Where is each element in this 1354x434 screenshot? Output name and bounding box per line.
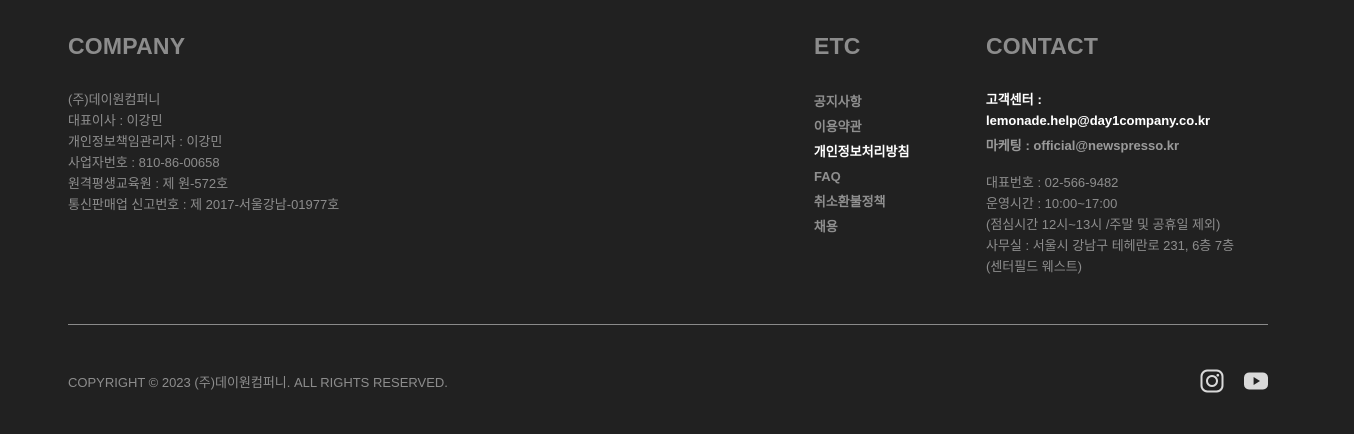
office-address: 사무실 : 서울시 강남구 테헤란로 231, 6층 7층	[986, 238, 1235, 253]
company-name: (주)데이원컴퍼니	[68, 92, 161, 107]
link-careers[interactable]: 채용	[814, 214, 964, 239]
contact-heading: CONTACT	[986, 33, 1099, 59]
company-ceo: 대표이사 : 이강민	[68, 113, 163, 128]
contact-block: 고객센터 : lemonade.help@day1company.co.kr 마…	[986, 89, 1326, 277]
contact-section: CONTACT 고객센터 : lemonade.help@day1company…	[986, 33, 1326, 277]
business-hours: 운영시간 : 10:00~17:00	[986, 196, 1118, 211]
company-section: COMPANY (주)데이원컴퍼니 대표이사 : 이강민 개인정보책임관리자 :…	[68, 33, 568, 215]
marketing-contact[interactable]: 마케팅 : official@newspresso.kr	[986, 135, 1326, 156]
copyright-text: COPYRIGHT © 2023 (주)데이원컴퍼니. ALL RIGHTS R…	[68, 375, 448, 390]
link-terms[interactable]: 이용약관	[814, 114, 964, 139]
company-info: (주)데이원컴퍼니 대표이사 : 이강민 개인정보책임관리자 : 이강민 사업자…	[68, 89, 568, 215]
company-heading: COMPANY	[68, 33, 186, 59]
youtube-icon[interactable]	[1244, 369, 1268, 393]
company-privacy-officer: 개인정보책임관리자 : 이강민	[68, 134, 223, 149]
company-ecommerce-number: 통신판매업 신고번호 : 제 2017-서울강남-01977호	[68, 197, 340, 212]
link-privacy-policy[interactable]: 개인정보처리방침	[814, 139, 964, 164]
customer-center-label: 고객센터 :	[986, 92, 1042, 107]
etc-section: ETC 공지사항 이용약관 개인정보처리방침 FAQ 취소환불정책 채용	[814, 33, 964, 239]
instagram-icon[interactable]	[1200, 369, 1224, 393]
link-faq[interactable]: FAQ	[814, 164, 964, 189]
footer-divider	[68, 324, 1268, 325]
link-notice[interactable]: 공지사항	[814, 89, 964, 114]
office-building: (센터필드 웨스트)	[986, 259, 1082, 274]
lunch-hours: (점심시간 12시~13시 /주말 및 공휴일 제외)	[986, 217, 1221, 232]
link-refund-policy[interactable]: 취소환불정책	[814, 189, 964, 214]
company-business-number: 사업자번호 : 810-86-00658	[68, 155, 220, 170]
customer-center-email[interactable]: lemonade.help@day1company.co.kr	[986, 110, 1326, 131]
phone-number: 대표번호 : 02-566-9482	[986, 175, 1119, 190]
etc-heading: ETC	[814, 33, 861, 59]
etc-links: 공지사항 이용약관 개인정보처리방침 FAQ 취소환불정책 채용	[814, 89, 964, 239]
contact-info: 대표번호 : 02-566-9482 운영시간 : 10:00~17:00 (점…	[986, 172, 1326, 277]
company-education-number: 원격평생교육원 : 제 원-572호	[68, 176, 229, 191]
social-links	[1200, 369, 1268, 393]
